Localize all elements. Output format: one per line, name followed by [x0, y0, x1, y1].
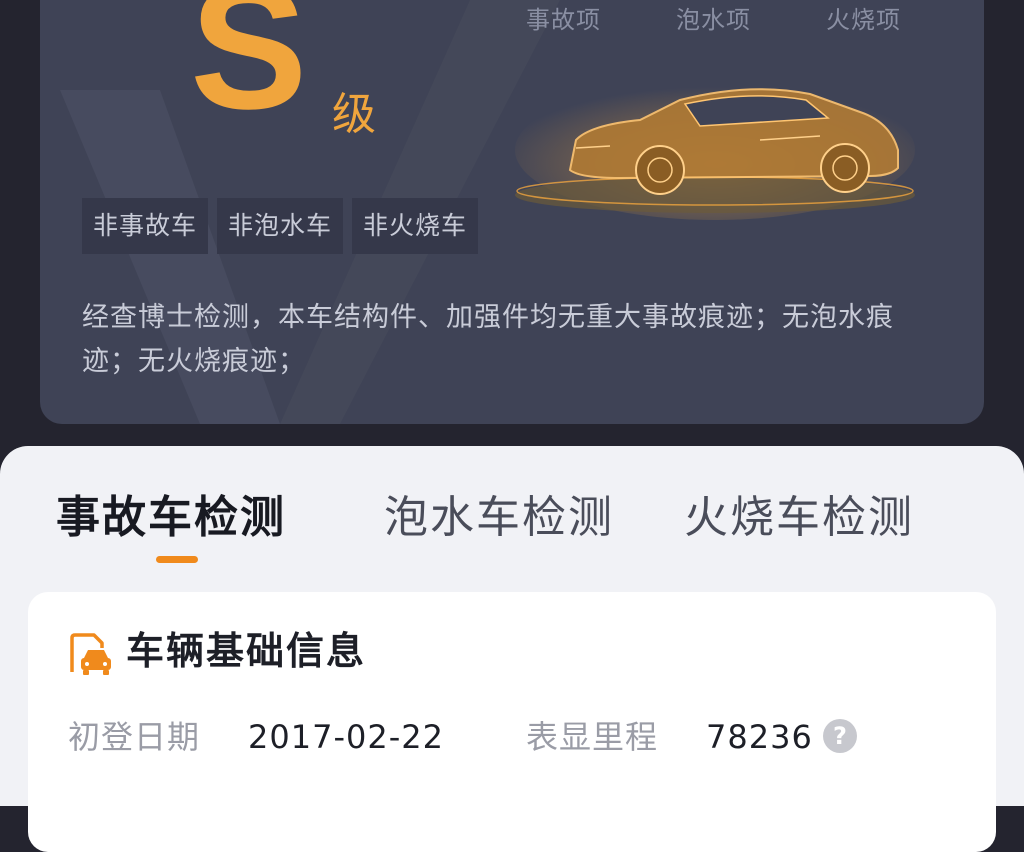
mileage-label: 表显里程: [526, 718, 659, 756]
tab-flood-check[interactable]: 泡水车检测: [384, 490, 614, 546]
category-fire: 火烧项: [826, 6, 901, 34]
question-circle-icon[interactable]: ?: [823, 719, 857, 753]
grade-suffix: 级: [332, 89, 376, 140]
category-accident: 事故项: [526, 6, 601, 34]
first-registration-value: 2017-02-22: [248, 718, 444, 756]
tag-non-fire: 非火烧车: [352, 198, 479, 254]
category-flood: 泡水项: [676, 6, 751, 34]
inspection-summary-card: 事故项 泡水项 火烧项 S 级 非事故车 非泡水车 非火烧车 经查博士检测，本车…: [40, 0, 984, 424]
mileage-value: 78236: [706, 718, 813, 756]
inspection-description: 经查博士检测，本车结构件、加强件均无重大事故痕迹；无泡水痕迹；无火烧痕迹；: [82, 302, 894, 377]
grade-letter: S: [190, 0, 308, 146]
tag-non-flood: 非泡水车: [217, 198, 344, 254]
tag-non-accident: 非事故车: [82, 198, 209, 254]
car-document-icon: [70, 633, 111, 675]
tab-fire-check[interactable]: 火烧车检测: [684, 490, 914, 546]
detail-sheet: 事故车检测 泡水车检测 火烧车检测 车辆基础信息 初登日期 2017-02-22…: [0, 446, 1024, 852]
basic-info-card: 车辆基础信息 初登日期 2017-02-22 表显里程 78236 ?: [28, 592, 996, 852]
tab-accident-check[interactable]: 事故车检测: [56, 490, 286, 546]
result-tags: 非事故车 非泡水车 非火烧车: [82, 198, 479, 254]
basic-info-title: 车辆基础信息: [126, 629, 367, 673]
active-tab-indicator: [156, 556, 198, 563]
first-registration-label: 初登日期: [68, 718, 201, 756]
car-illustration: [515, 80, 915, 220]
